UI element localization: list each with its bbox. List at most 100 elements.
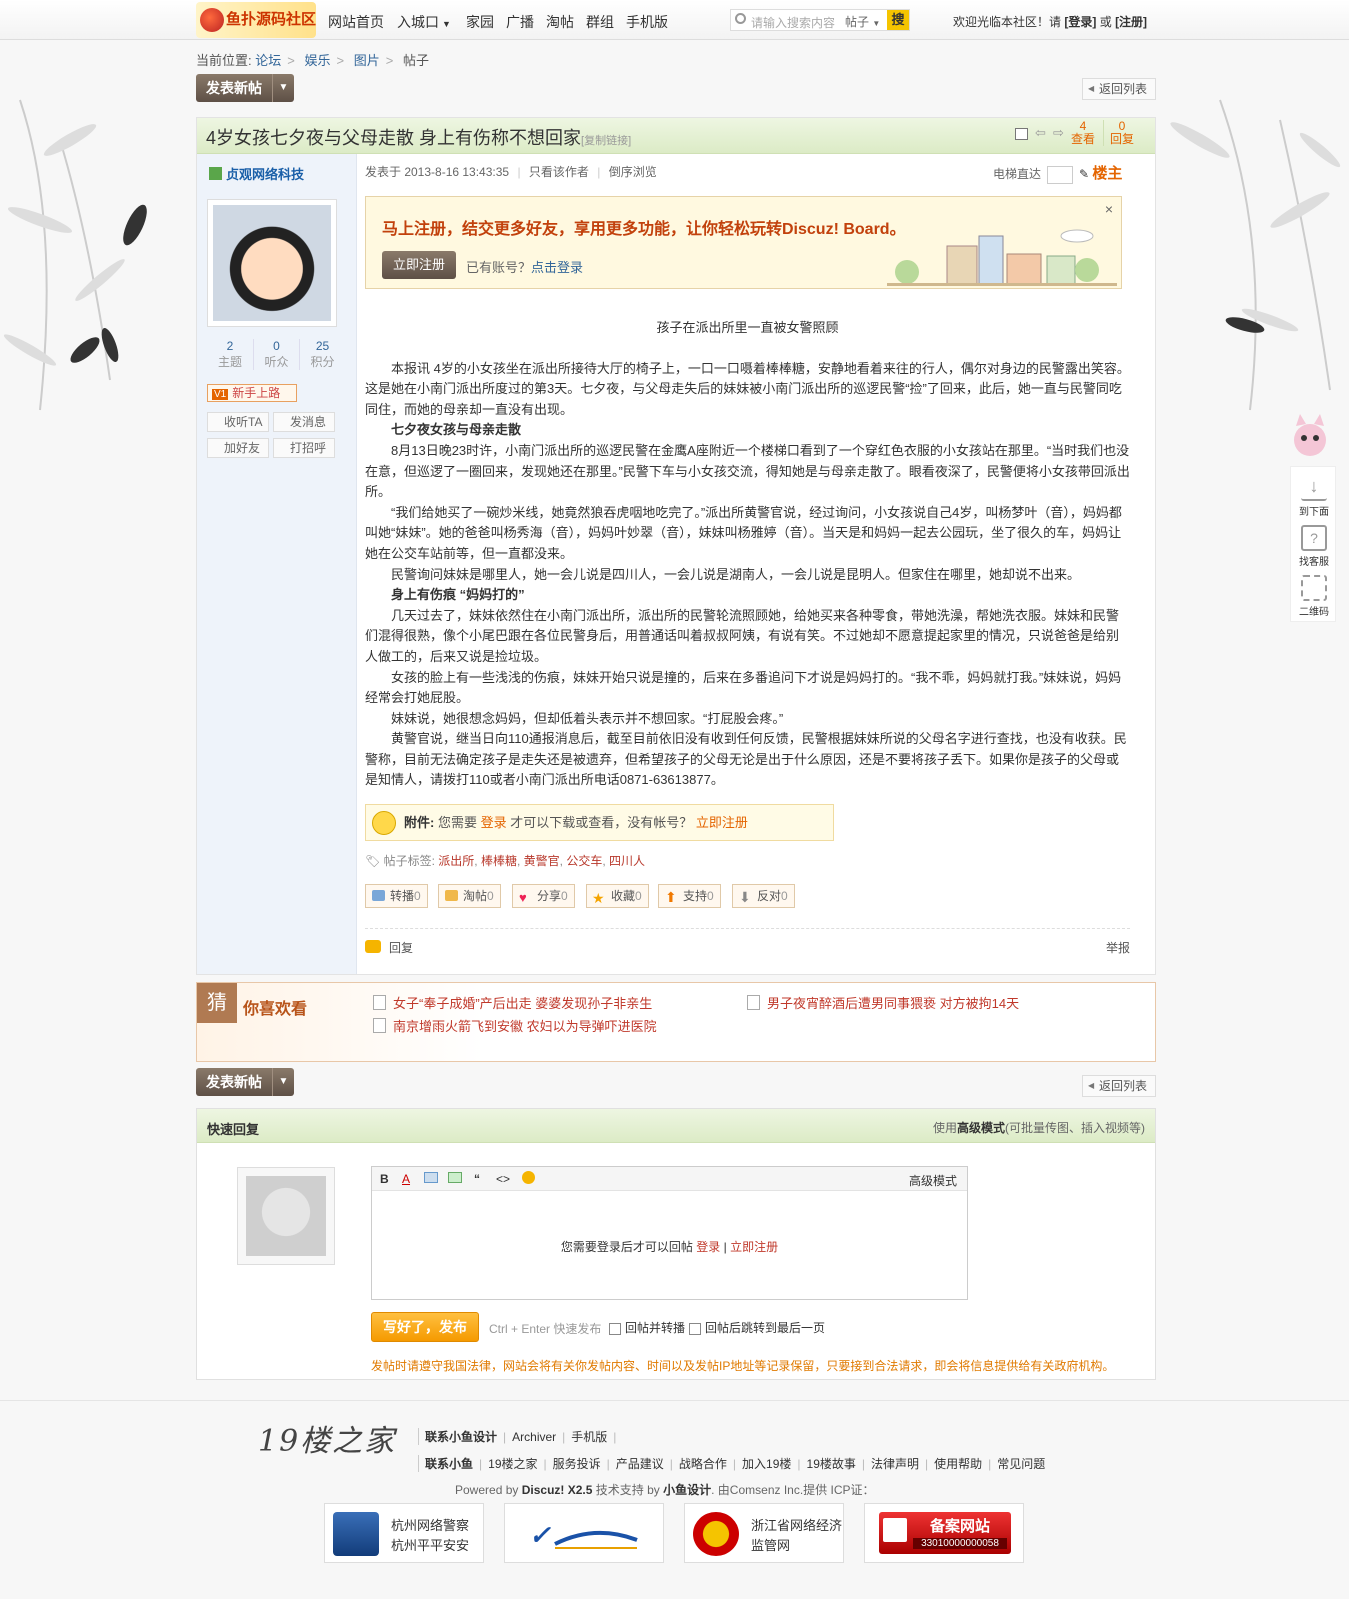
avatar[interactable] [207,199,337,327]
nav-entry[interactable]: 入城口 ▼ [397,12,451,32]
reply-and-retweet-checkbox[interactable]: 回帖并转播 [609,1319,685,1336]
greet-button[interactable]: 打招呼 [273,438,335,458]
chevron-down-icon[interactable]: ▼ [272,1068,294,1096]
image-icon[interactable] [424,1172,438,1183]
reply-count: 0 回复 [1103,120,1134,146]
quote-icon[interactable]: “ [474,1172,480,1186]
register-link[interactable]: [注册] [1115,15,1147,29]
footer-link[interactable]: 联系小鱼设计 [425,1430,497,1444]
breadcrumb-entertainment[interactable]: 娱乐 [304,53,330,68]
prev-thread-icon[interactable]: ⇦ [1035,125,1046,141]
footer-link[interactable]: 使用帮助 [934,1457,982,1471]
reply-editor[interactable]: B A “ <> 高级模式 您需要登录后才可以回帖 登录 | 立即注册 [371,1166,968,1300]
chevron-down-icon[interactable]: ▼ [272,74,294,102]
search-scope-select[interactable]: 帖子 ▼ [845,13,880,30]
follow-button[interactable]: 收听TA [207,412,269,432]
tag-link[interactable]: 派出所 [438,854,474,868]
footer-link[interactable]: 产品建议 [616,1457,664,1471]
link-icon[interactable] [448,1172,462,1183]
favorite-button[interactable]: ★ 收藏0 [586,884,649,908]
login-link[interactable]: [登录] [1064,15,1096,29]
attachment-register-link[interactable]: 立即注册 [696,815,748,830]
emoji-icon[interactable] [522,1171,535,1184]
guess-link[interactable]: 南京增雨火箭飞到安徽 农妇以为导弹吓进医院 [373,1016,657,1035]
new-post-button-bottom[interactable]: 发表新帖 ▼ [196,1068,294,1096]
reverse-order-link[interactable]: 倒序浏览 [609,165,657,179]
font-color-icon[interactable]: A [402,1172,410,1186]
back-to-list-button-bottom[interactable]: 返回列表 [1082,1075,1156,1097]
breadcrumb-forum[interactable]: 论坛 [255,53,281,68]
footer-link[interactable]: 19楼故事 [807,1457,856,1471]
police-badge[interactable]: 杭州网络警察 杭州平平安安 [324,1503,484,1563]
guess-link[interactable]: 女子“奉子成婚”产后出走 婆婆发现孙子非亲生 [373,993,652,1012]
discuz-link[interactable]: Discuz! X2.5 [522,1483,593,1497]
footer-link[interactable]: 战略合作 [679,1457,727,1471]
code-icon[interactable]: <> [496,1172,510,1186]
site-logo[interactable]: 鱼扑源码社区 [196,2,316,38]
jump-last-page-checkbox[interactable]: 回帖后跳转到最后一页 [689,1319,825,1336]
tag-link[interactable]: 公交车 [566,854,602,868]
customer-service-button[interactable]: ? 找客服 [1291,525,1337,568]
editor-advanced-mode[interactable]: 高级模式 [909,1172,957,1189]
reply-register-link[interactable]: 立即注册 [730,1240,778,1254]
only-author-link[interactable]: 只看该作者 [529,165,589,179]
breadcrumb-pictures[interactable]: 图片 [354,53,380,68]
retweet-button[interactable]: 转播0 [365,884,428,908]
tag-link[interactable]: 四川人 [609,854,645,868]
next-thread-icon[interactable]: ⇨ [1053,125,1064,141]
print-icon[interactable] [1015,128,1028,140]
footer-link[interactable]: 联系小鱼 [425,1457,473,1471]
qrcode-button[interactable]: 二维码 [1291,575,1337,618]
footer-link[interactable]: Archiver [512,1430,556,1444]
nav-home[interactable]: 网站首页 [328,12,384,32]
copy-link[interactable]: [复制链接] [581,135,631,147]
bold-icon[interactable]: B [380,1172,389,1186]
tag-link[interactable]: 棒棒糖 [481,854,517,868]
stat-points[interactable]: 25 积分 [299,339,345,370]
back-to-list-button[interactable]: 返回列表 [1082,78,1156,100]
footer-link[interactable]: 法律声明 [871,1457,919,1471]
floor-input[interactable] [1047,165,1074,184]
footer-link[interactable]: 手机版 [571,1430,607,1444]
tag-link[interactable]: 黄警官 [524,854,560,868]
add-friend-button[interactable]: 加好友 [207,438,269,458]
nav-home-space[interactable]: 家园 [466,12,494,32]
oppose-button[interactable]: ⬇ 反对0 [732,884,795,908]
submit-reply-button[interactable]: 写好了，发布 [371,1312,479,1342]
reply-login-link[interactable]: 登录 [696,1240,720,1254]
footer-link[interactable]: 常见问题 [997,1457,1045,1471]
stat-followers[interactable]: 0 听众 [253,339,299,370]
share-button[interactable]: ♥ 分享0 [512,884,575,908]
search-button[interactable]: 搜 [887,10,909,30]
register-now-button[interactable]: 立即注册 [382,251,456,279]
support-button[interactable]: ⬆ 支持0 [658,884,721,908]
new-post-button[interactable]: 发表新帖 ▼ [196,74,294,102]
author-name[interactable]: 贞观网络科技 [209,164,304,183]
footer-link[interactable]: 服务投诉 [553,1457,601,1471]
fish-logo-icon [200,8,224,32]
close-icon[interactable]: × [1105,201,1113,217]
market-supervision-badge[interactable]: 浙江省网络经济 监管网 [684,1503,844,1563]
nav-groups[interactable]: 群组 [586,12,614,32]
attachment-login-link[interactable]: 登录 [481,815,507,830]
editor-toolbar: B A “ <> 高级模式 [372,1167,967,1191]
record-badge[interactable]: 备案网站 33010000000058 [864,1503,1024,1563]
nav-collections[interactable]: 淘帖 [546,12,574,32]
collection-button[interactable]: 淘帖0 [438,884,501,908]
nav-broadcast[interactable]: 广播 [506,12,534,32]
question-icon: ? [1301,525,1327,551]
nav-mobile[interactable]: 手机版 [626,12,668,32]
footer-link[interactable]: 加入19楼 [742,1457,791,1471]
message-button[interactable]: 发消息 [273,412,335,432]
footer-link[interactable]: 19楼之家 [488,1457,537,1471]
search-input[interactable]: 请输入搜索内容 [751,14,835,31]
stat-threads[interactable]: 2 主题 [207,339,253,370]
guess-link[interactable]: 男子夜宵醉酒后遭男同事猥亵 对方被拘14天 [747,993,1019,1012]
login-link[interactable]: 点击登录 [531,260,583,275]
thread-title-bar: 4岁女孩七夕夜与父母走散 身上有伤称不想回家[复制链接] ⇦ ⇨ 4 查看 0 回复 [197,118,1155,154]
trust-badge[interactable]: ✓ [504,1503,664,1563]
reply-button[interactable]: 回复 [365,939,413,956]
report-link[interactable]: 举报 [1106,939,1130,956]
advanced-mode-link[interactable]: 使用高级模式(可批量传图、插入视频等) [933,1119,1145,1136]
scroll-down-button[interactable]: ↓ 到下面 [1291,475,1337,518]
